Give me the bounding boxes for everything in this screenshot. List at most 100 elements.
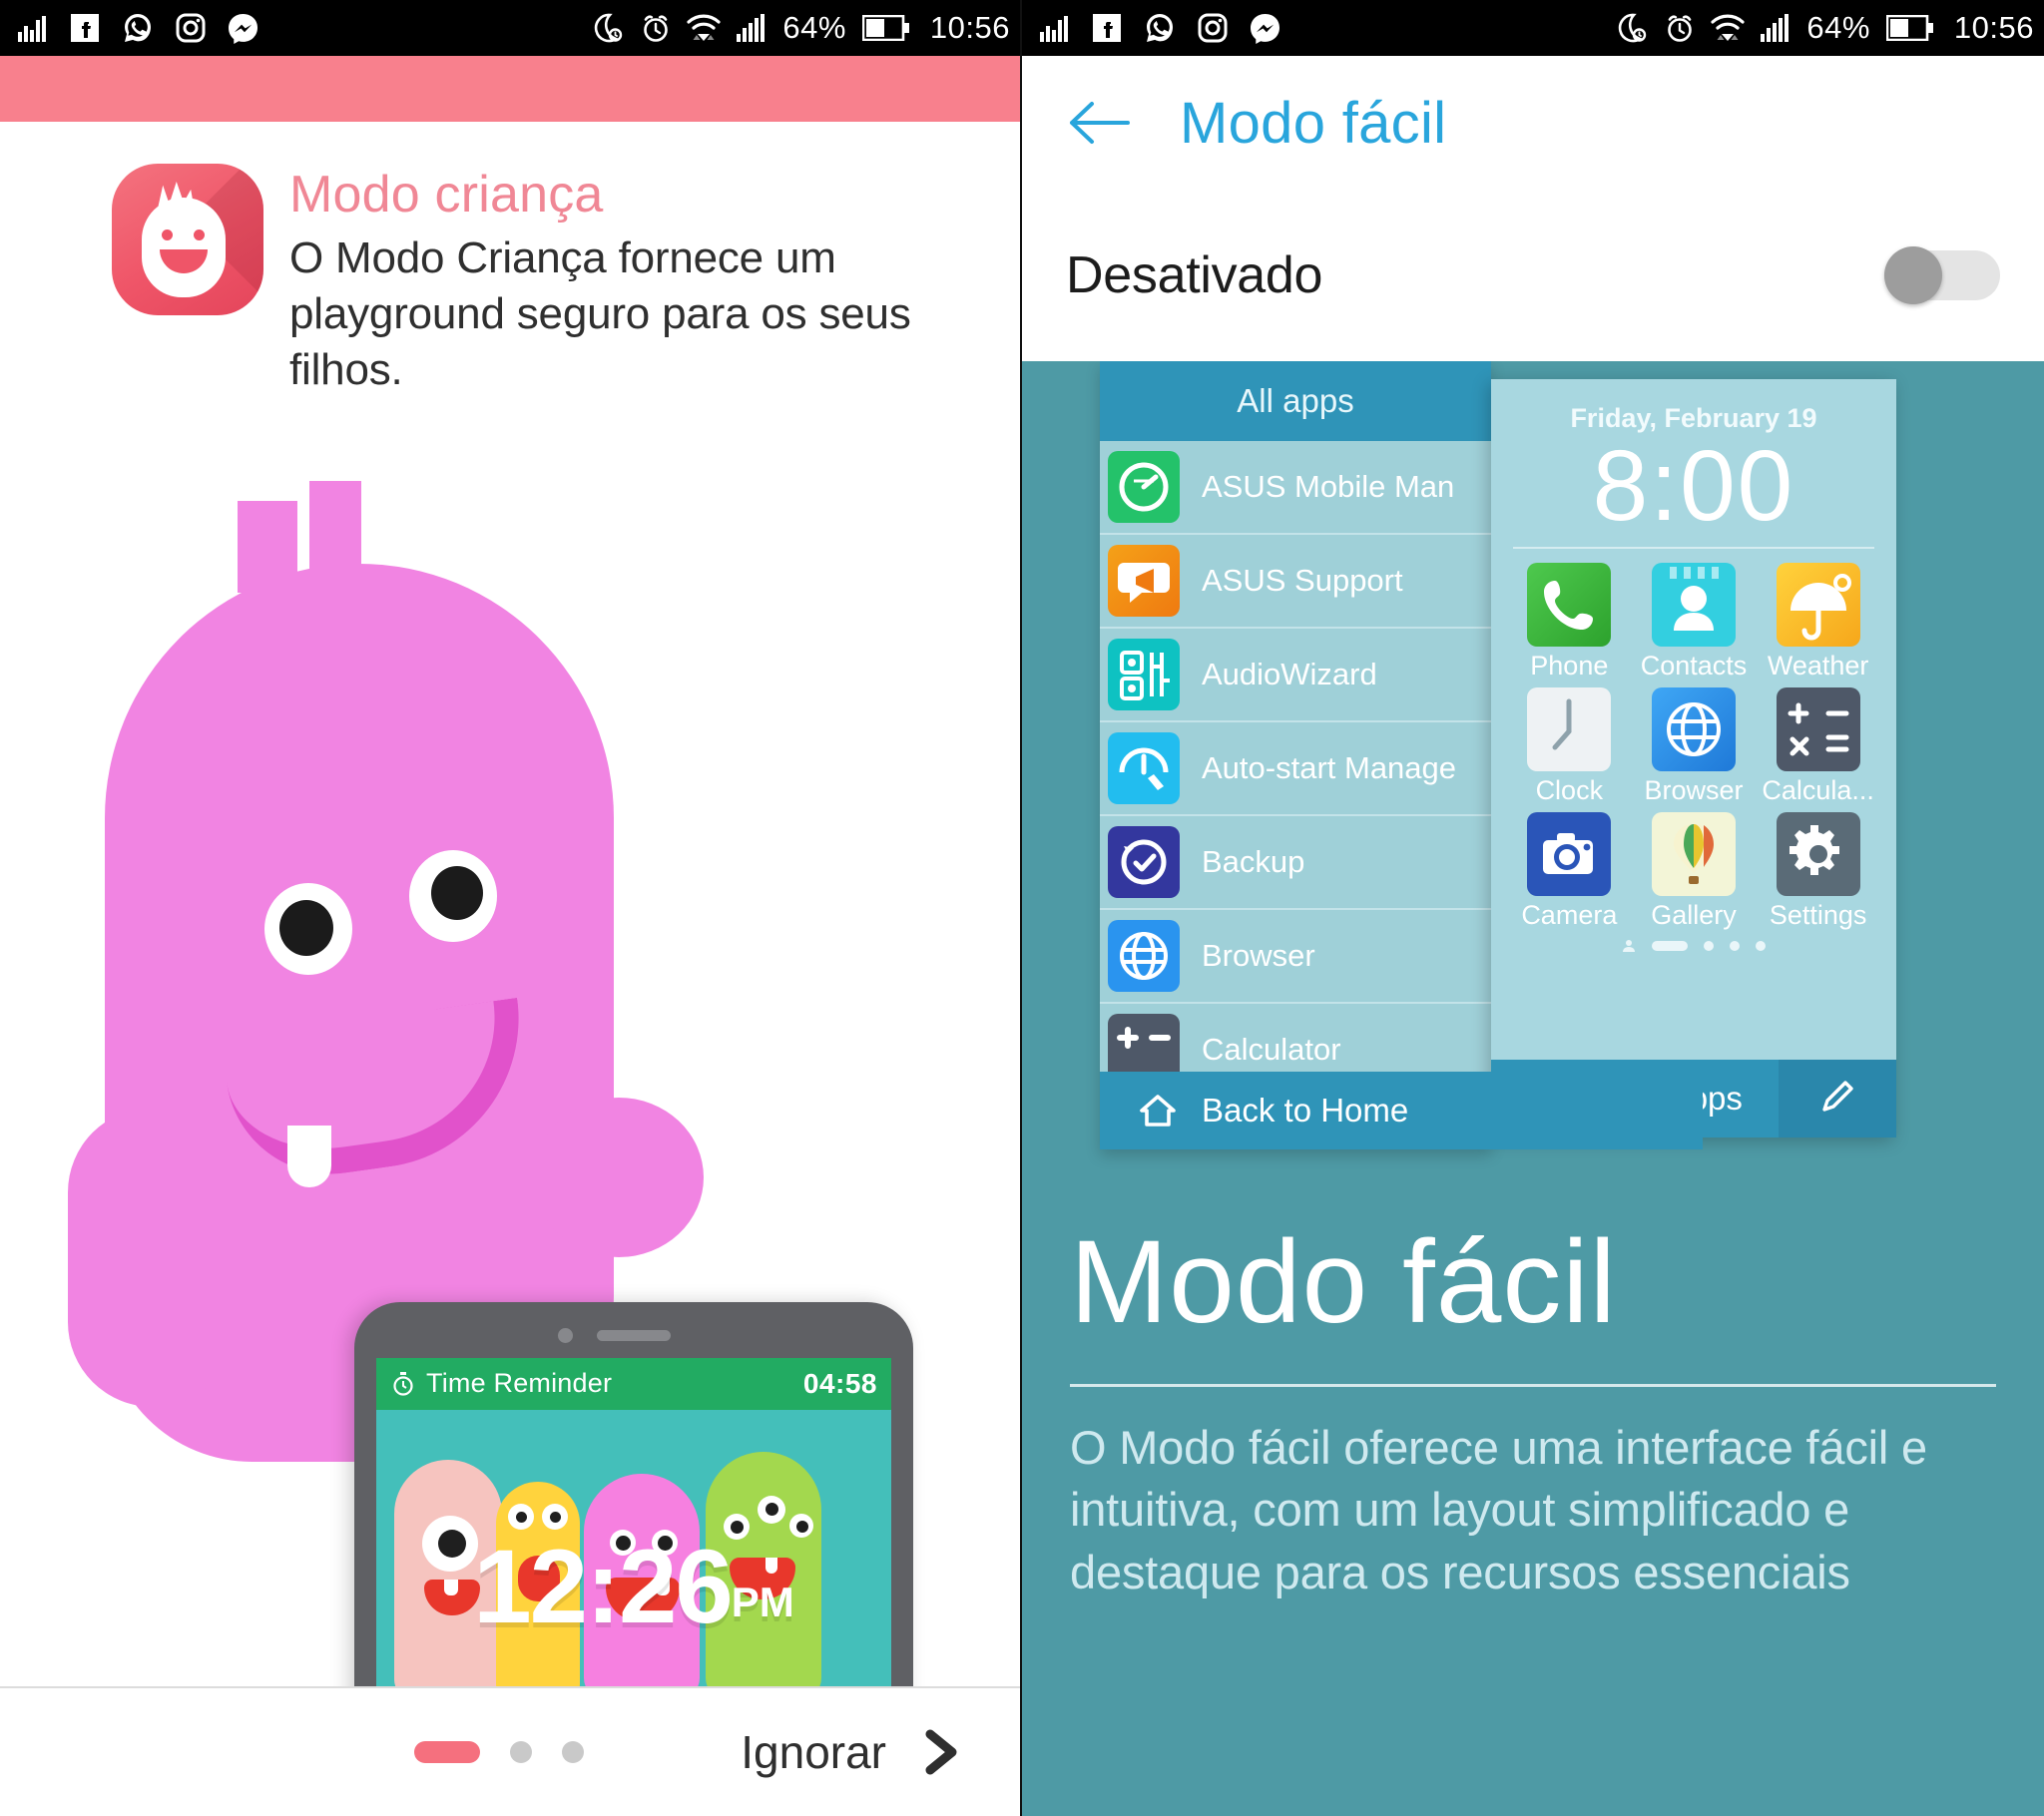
preview-home-app-calculator[interactable]: Calcula... — [1756, 687, 1880, 806]
preview-home-pager — [1491, 939, 1896, 953]
page-dot-1[interactable] — [414, 1741, 480, 1763]
kids-mode-bottom-bar: Ignorar — [0, 1686, 1020, 1816]
stopwatch-icon — [393, 1371, 413, 1396]
kids-mode-pink-header — [0, 56, 1020, 122]
pencil-icon — [1822, 1081, 1853, 1112]
alarm-clock-icon — [1668, 15, 1693, 42]
preview-app-row[interactable]: AudioWizard — [1100, 629, 1491, 722]
arrow-left-icon[interactable] — [1066, 98, 1132, 148]
cellular-signal-icon — [737, 14, 766, 42]
easy-mode-toggle-row[interactable]: Desativado — [1022, 190, 2044, 361]
preview-app-label: AudioWizard — [1202, 657, 1377, 691]
preview-home-app-weather[interactable]: Weather — [1756, 563, 1880, 681]
preview-pager-dot[interactable] — [1756, 941, 1766, 951]
easy-mode-switch[interactable] — [1884, 246, 2000, 304]
preview-home-app-browser[interactable]: Browser — [1632, 687, 1757, 806]
battery-percent-label: 64% — [782, 10, 846, 45]
left-screen-kids-mode: 64% 10:56 Modo criança O Modo Criança fo… — [0, 0, 1022, 1816]
whatsapp-icon — [1147, 14, 1173, 42]
status-bar-system-icons: 64% 10:56 — [1617, 10, 2034, 46]
home-icon — [1140, 1095, 1176, 1127]
preview-app-label: Settings — [1769, 900, 1867, 930]
phone-speaker — [597, 1329, 671, 1341]
preview-easy-home-screen: Friday, February 19 8:00 Phone Contacts … — [1491, 379, 1896, 1137]
instagram-icon — [1198, 13, 1228, 43]
edit-button[interactable] — [1779, 1060, 1896, 1137]
kids-clock-time: 12:26 — [473, 1528, 734, 1645]
easy-mode-hero: Modo fácil O Modo fácil oferece uma inte… — [1022, 1189, 2044, 1816]
kids-mode-illustration: Time Reminder 04:58 12:26PM — [0, 399, 1020, 1686]
preview-app-row[interactable]: Browser — [1100, 910, 1491, 1004]
hot-air-balloon-icon — [1673, 824, 1714, 884]
preview-home-app-contacts[interactable]: Contacts — [1632, 563, 1757, 681]
preview-home-app-gallery[interactable]: Gallery — [1632, 812, 1757, 931]
preview-app-label: Backup — [1202, 844, 1305, 879]
kids-wallpaper-clock: 12:26PM — [354, 1528, 913, 1647]
wifi-icon — [687, 14, 721, 41]
preview-app-label: ASUS Mobile Man — [1202, 469, 1455, 504]
preview-app-row[interactable]: ASUS Support — [1100, 535, 1491, 629]
wifi-icon — [1711, 14, 1745, 41]
preview-home-date: Friday, February 19 — [1570, 403, 1817, 433]
preview-home-app-grid: Phone Contacts Weather Clock Browser Cal… — [1491, 549, 1896, 931]
phone-screen: Time Reminder 04:58 12:26PM — [354, 1357, 913, 1686]
cellular-signal-icon — [1761, 14, 1789, 42]
contact-card-icon — [1669, 567, 1719, 631]
page-dot-3[interactable] — [562, 1741, 584, 1763]
preview-app-row[interactable]: ASUS Mobile Man — [1100, 441, 1491, 535]
chevron-right-icon — [925, 1729, 957, 1775]
do-not-disturb-moon-icon — [1619, 13, 1647, 43]
back-to-home-label: Back to Home — [1202, 1092, 1409, 1129]
status-bar-right: 64% 10:56 — [1022, 0, 2044, 56]
kids-mode-phone-preview: Time Reminder 04:58 12:26PM — [354, 1301, 913, 1686]
alarm-clock-icon — [644, 15, 669, 42]
globe-icon — [1120, 932, 1168, 980]
camera-icon — [1543, 833, 1594, 874]
easy-mode-app-bar: Modo fácil — [1022, 56, 2044, 190]
switch-knob — [1884, 246, 1942, 304]
preview-home-app-settings[interactable]: Settings — [1756, 812, 1880, 931]
preview-app-label: Clock — [1535, 775, 1604, 805]
preview-app-label: Auto-start Manage — [1202, 750, 1457, 785]
page-title: Modo fácil — [1180, 90, 1447, 156]
preview-app-label: ASUS Support — [1202, 563, 1403, 598]
phone-handset-icon — [1544, 581, 1594, 630]
preview-home-app-clock[interactable]: Clock — [1507, 687, 1632, 806]
preview-back-to-home-bar[interactable]: Back to Home — [1100, 1072, 1703, 1149]
preview-pager-dot[interactable] — [1730, 941, 1740, 951]
preview-pager-dot[interactable] — [1652, 941, 1688, 951]
preview-app-row[interactable]: Backup — [1100, 816, 1491, 910]
phone-camera-dot — [558, 1327, 573, 1343]
easy-mode-hero-rule — [1070, 1384, 1996, 1388]
preview-home-app-camera[interactable]: Camera — [1507, 812, 1632, 931]
preview-app-row[interactable]: Auto-start Manage — [1100, 722, 1491, 816]
right-screen-easy-mode: 64% 10:56 Modo fácil Desativado All apps… — [1022, 0, 2044, 1816]
gauge-wrench-icon — [1119, 747, 1169, 790]
preview-home-app-phone[interactable]: Phone — [1507, 563, 1632, 681]
preview-app-label: Calculator — [1202, 1032, 1341, 1067]
globe-icon — [1666, 702, 1721, 756]
preview-home-clock: 8:00 — [1592, 430, 1795, 542]
facebook-icon — [1093, 14, 1121, 42]
status-bar-left: 64% 10:56 — [0, 0, 1020, 56]
kids-clock-ampm: PM — [731, 1578, 794, 1625]
preview-pager-dot[interactable] — [1704, 941, 1714, 951]
page-dot-2[interactable] — [510, 1741, 532, 1763]
instagram-icon — [176, 13, 206, 43]
page-indicator — [414, 1741, 584, 1763]
preview-app-label: Phone — [1530, 651, 1609, 681]
skip-button[interactable]: Ignorar — [741, 1724, 968, 1780]
all-apps-header: All apps — [1100, 361, 1491, 441]
do-not-disturb-moon-icon — [595, 13, 623, 43]
skip-label: Ignorar — [741, 1726, 886, 1778]
status-bar-clock: 10:56 — [1953, 10, 2034, 45]
kids-mode-title: Modo criança — [289, 166, 604, 224]
calculator-icon — [1788, 702, 1849, 756]
gear-icon — [1788, 825, 1839, 875]
facebook-icon — [71, 14, 99, 42]
time-reminder-bar: Time Reminder 04:58 — [376, 1357, 891, 1410]
preview-app-label: Gallery — [1651, 900, 1737, 930]
kids-mode-description: O Modo Criança fornece um playground seg… — [289, 232, 911, 395]
preview-app-label: Browser — [1202, 938, 1315, 973]
easy-mode-hero-description: O Modo fácil oferece uma interface fácil… — [1070, 1421, 1927, 1598]
